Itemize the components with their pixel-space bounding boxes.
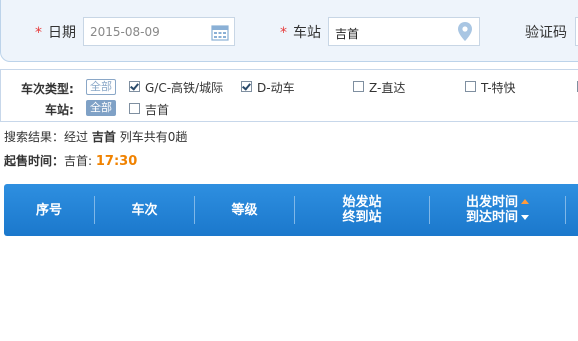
captcha-label: 验证码 — [525, 25, 567, 41]
sale-time-line: 起售时间：吉首: 17:30 — [4, 152, 137, 169]
date-field[interactable]: 2015-08-09 — [83, 17, 235, 46]
search-result-summary: 搜索结果：经过 吉首 列车共有0趟 — [4, 130, 188, 144]
sort-ascending-icon[interactable] — [521, 199, 529, 204]
sort-descending-icon[interactable] — [521, 215, 529, 220]
train-type-label: 车次类型: — [21, 82, 74, 96]
result-station: 吉首 — [91, 130, 116, 144]
train-type-z-label: Z-直达 — [369, 81, 406, 95]
arrive-time-header: 到达时间 — [465, 210, 518, 225]
table-header: 序号 车次 等级 始发站 终到站 出发时间 到达时间 — [4, 184, 578, 236]
start-station-header: 始发站 — [342, 195, 382, 210]
train-type-all-button[interactable]: 全部 — [86, 79, 116, 95]
station-field[interactable]: 吉首 — [328, 17, 480, 46]
depart-time-header: 出发时间 — [465, 195, 518, 210]
sale-time-value: 17:30 — [95, 154, 138, 169]
date-value: 2015-08-09 — [90, 25, 160, 39]
column-train[interactable]: 车次 — [95, 184, 194, 236]
column-grade[interactable]: 等级 — [195, 184, 294, 236]
station-filter-label: 车站: — [45, 103, 74, 117]
station-all-button[interactable]: 全部 — [86, 100, 116, 116]
checkbox-gc[interactable] — [129, 81, 140, 92]
date-label: * 日期 — [35, 25, 76, 41]
station-filter-jishou-label: 吉首 — [145, 103, 170, 117]
filter-panel: 车次类型: 全部 G/C-高铁/城际 D-动车 Z-直达 T-特快 车站: 全部… — [0, 69, 578, 122]
train-type-t-label: T-特快 — [481, 81, 516, 95]
checkbox-z[interactable] — [353, 81, 364, 92]
end-station-header: 终到站 — [342, 210, 382, 225]
checkbox-d[interactable] — [241, 81, 252, 92]
train-type-d-label: D-动车 — [257, 81, 295, 95]
station-value: 吉首 — [335, 27, 360, 41]
column-stations[interactable]: 始发站 终到站 — [295, 184, 429, 236]
column-divider — [565, 196, 566, 224]
station-label: * 车站 — [280, 25, 321, 41]
required-mark: * — [35, 25, 42, 41]
column-index[interactable]: 序号 — [4, 184, 94, 236]
column-times[interactable]: 出发时间 到达时间 — [430, 184, 565, 236]
search-panel: * 日期 2015-08-09 * 车站 吉首 验证码 — [0, 0, 578, 62]
location-pin-icon[interactable] — [458, 22, 472, 41]
sale-time-label: 起售时间： — [4, 154, 65, 168]
calendar-icon[interactable] — [211, 23, 229, 41]
sale-station: 吉首: — [64, 154, 93, 168]
train-type-gc-label: G/C-高铁/城际 — [145, 81, 224, 95]
checkbox-t[interactable] — [465, 81, 476, 92]
checkbox-station[interactable] — [129, 103, 140, 114]
